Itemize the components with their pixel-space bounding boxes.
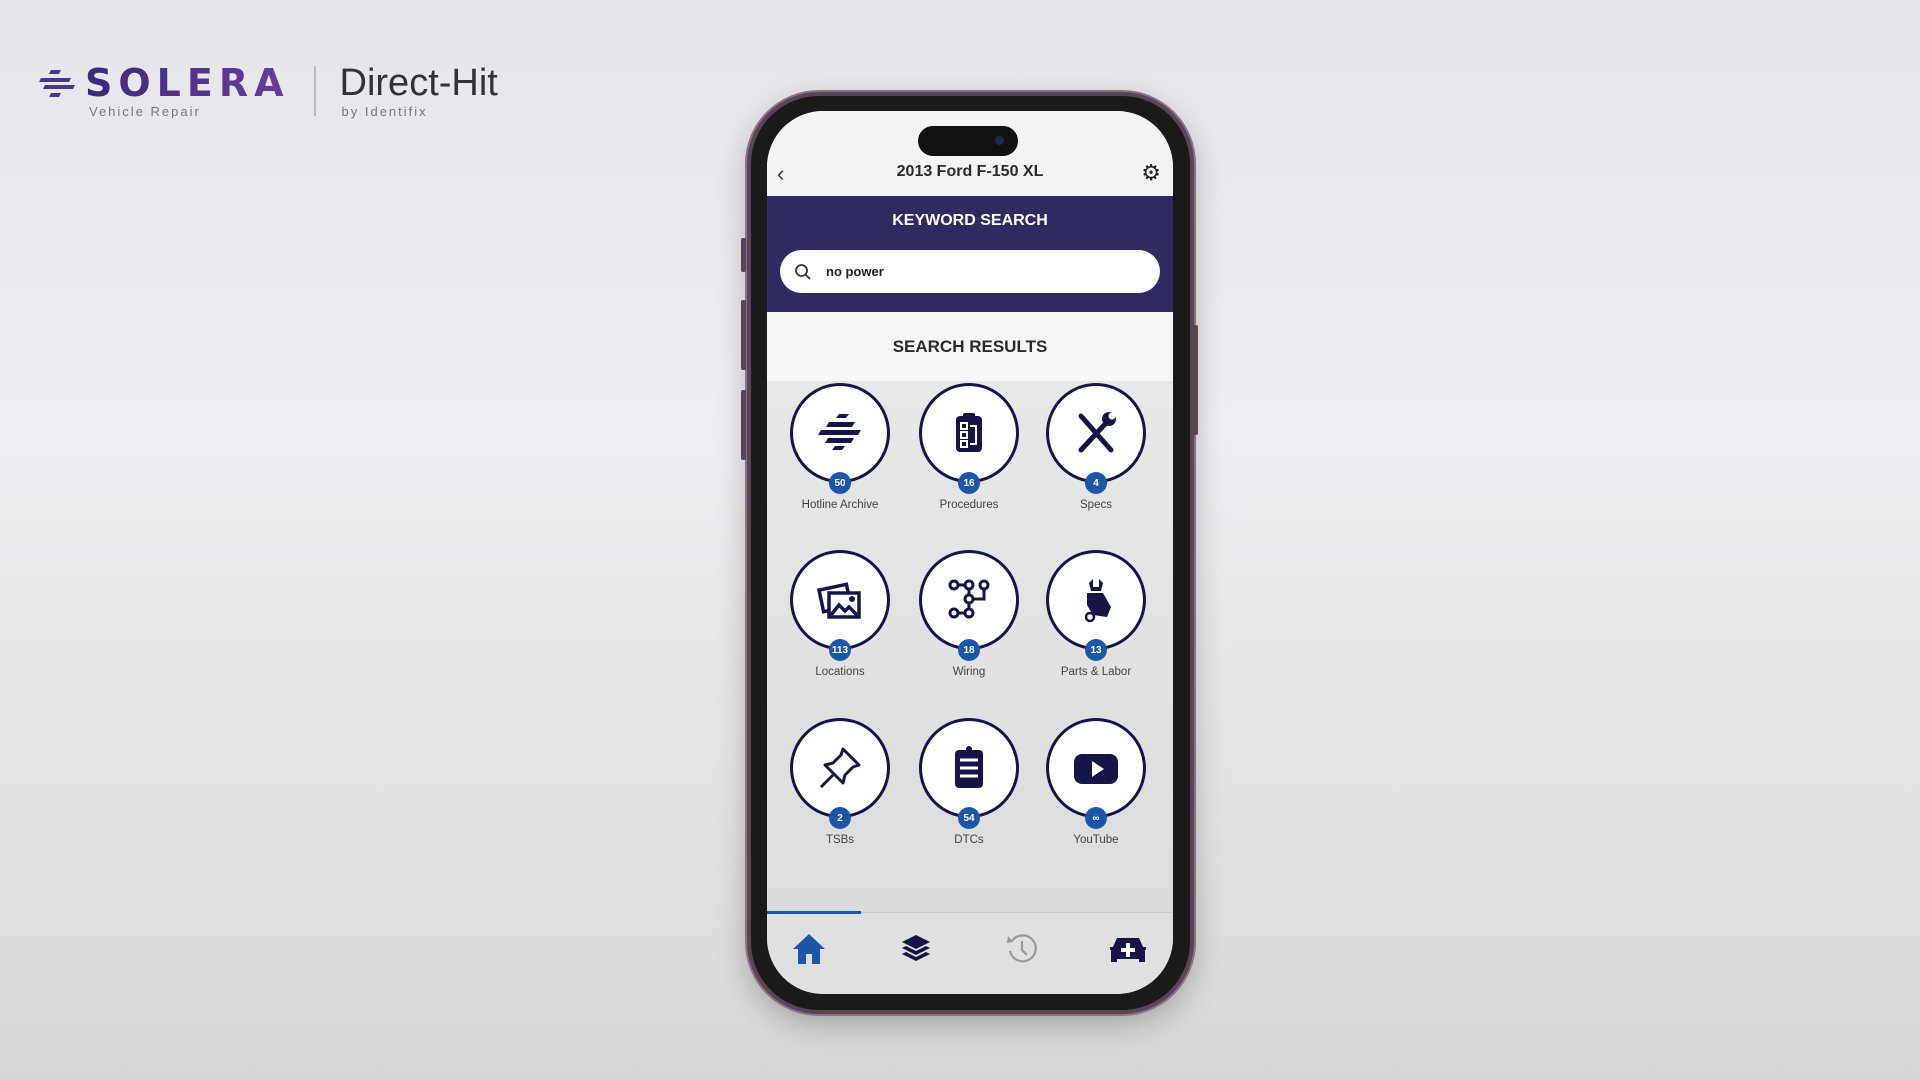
clipboard-flow-icon <box>956 413 982 452</box>
phone-button <box>741 238 746 272</box>
phone-button <box>1193 325 1198 435</box>
hotline-archive-icon <box>818 414 861 450</box>
youtube-icon <box>1074 754 1118 784</box>
app-screen: ‹ 2013 Ford F-150 XL ⚙ KEYWORD SEARCH no… <box>767 111 1173 994</box>
tools-icon <box>1078 412 1116 453</box>
result-count-badge: 113 <box>829 639 851 661</box>
search-results-header: SEARCH RESULTS <box>767 312 1173 381</box>
phone-button <box>741 300 746 370</box>
brand-name: SOLERA <box>85 61 290 105</box>
tab-bar <box>767 911 1173 994</box>
solera-mark-icon <box>39 70 75 97</box>
top-bar: ‹ 2013 Ford F-150 XL ⚙ <box>767 111 1173 196</box>
result-label: Procedures <box>939 499 999 511</box>
product-name: Direct-Hit <box>339 62 498 104</box>
clipboard-list-icon <box>955 746 983 788</box>
keyword-search-heading: KEYWORD SEARCH <box>892 212 1048 229</box>
vehicle-title: 2013 Ford F-150 XL <box>896 163 1044 180</box>
car-plus-icon <box>1110 938 1146 962</box>
pushpin-icon <box>819 747 861 789</box>
result-icon-circle <box>1046 383 1146 483</box>
tab-history[interactable] <box>1002 931 1042 967</box>
result-label: Wiring <box>952 666 986 678</box>
result-count-badge: 2 <box>829 807 851 829</box>
result-icon-circle <box>919 383 1019 483</box>
result-tile-parts-labor[interactable]: 13 Parts & Labor <box>1031 550 1161 700</box>
result-label: Hotline Archive <box>801 499 879 511</box>
tab-home[interactable] <box>789 931 829 967</box>
result-label: DTCs <box>954 834 984 846</box>
result-tile-specs[interactable]: 4 Specs <box>1031 383 1161 533</box>
search-input[interactable]: no power <box>780 250 1160 293</box>
result-label: TSBs <box>825 834 855 846</box>
result-icon-circle <box>919 718 1019 818</box>
tab-add-vehicle[interactable] <box>1108 931 1148 967</box>
result-count-badge: 16 <box>958 472 980 494</box>
result-tile-locations[interactable]: 113 Locations <box>775 550 905 700</box>
result-count-badge: 13 <box>1085 639 1107 661</box>
tab-layers[interactable] <box>896 931 936 967</box>
brand-subtitle: Vehicle Repair <box>89 104 201 119</box>
gear-icon[interactable]: ⚙ <box>1141 160 1161 186</box>
result-tile-wiring[interactable]: 18 Wiring <box>904 550 1034 700</box>
result-tile-youtube[interactable]: ∞ YouTube <box>1031 718 1161 868</box>
result-icon-circle <box>1046 718 1146 818</box>
result-label: YouTube <box>1073 834 1119 846</box>
result-count-badge: 50 <box>829 472 851 494</box>
result-tile-dtcs[interactable]: 54 DTCs <box>904 718 1034 868</box>
keyword-search-panel: KEYWORD SEARCH no power <box>767 196 1173 312</box>
results-grid: 50 Hotline Archive 16 Procedures 4 Specs 113 Lo… <box>767 381 1173 912</box>
result-icon-circle <box>1046 550 1146 650</box>
result-count-badge: 4 <box>1085 472 1107 494</box>
result-count-badge: 54 <box>958 807 980 829</box>
result-label: Specs <box>1080 499 1112 511</box>
images-icon <box>816 582 861 619</box>
result-count-badge: 18 <box>958 639 980 661</box>
product-subtitle: by Identifix <box>341 104 428 119</box>
phone-button <box>741 390 746 460</box>
result-label: Locations <box>815 666 865 678</box>
result-tile-tsbs[interactable]: 2 TSBs <box>775 718 905 868</box>
circuit-icon <box>948 579 990 619</box>
result-icon-circle <box>919 550 1019 650</box>
history-icon <box>1007 934 1037 963</box>
result-tile-procedures[interactable]: 16 Procedures <box>904 383 1034 533</box>
hand-wrench-icon <box>1084 579 1111 623</box>
result-icon-circle <box>790 718 890 818</box>
dynamic-island <box>918 126 1018 156</box>
result-icon-circle <box>790 383 890 483</box>
home-icon <box>793 934 825 964</box>
result-icon-circle <box>790 550 890 650</box>
active-tab-indicator <box>767 911 861 914</box>
search-value: no power <box>826 264 884 279</box>
result-label: Parts & Labor <box>1060 666 1132 678</box>
search-results-heading: SEARCH RESULTS <box>892 337 1048 356</box>
search-icon <box>795 263 811 280</box>
layers-icon <box>902 935 930 961</box>
result-count-badge: ∞ <box>1085 807 1107 829</box>
result-tile-hotline-archive[interactable]: 50 Hotline Archive <box>775 383 905 533</box>
brand-logo: SOLERA Vehicle Repair Direct-Hit by Iden… <box>37 62 498 119</box>
logo-divider <box>313 66 316 116</box>
